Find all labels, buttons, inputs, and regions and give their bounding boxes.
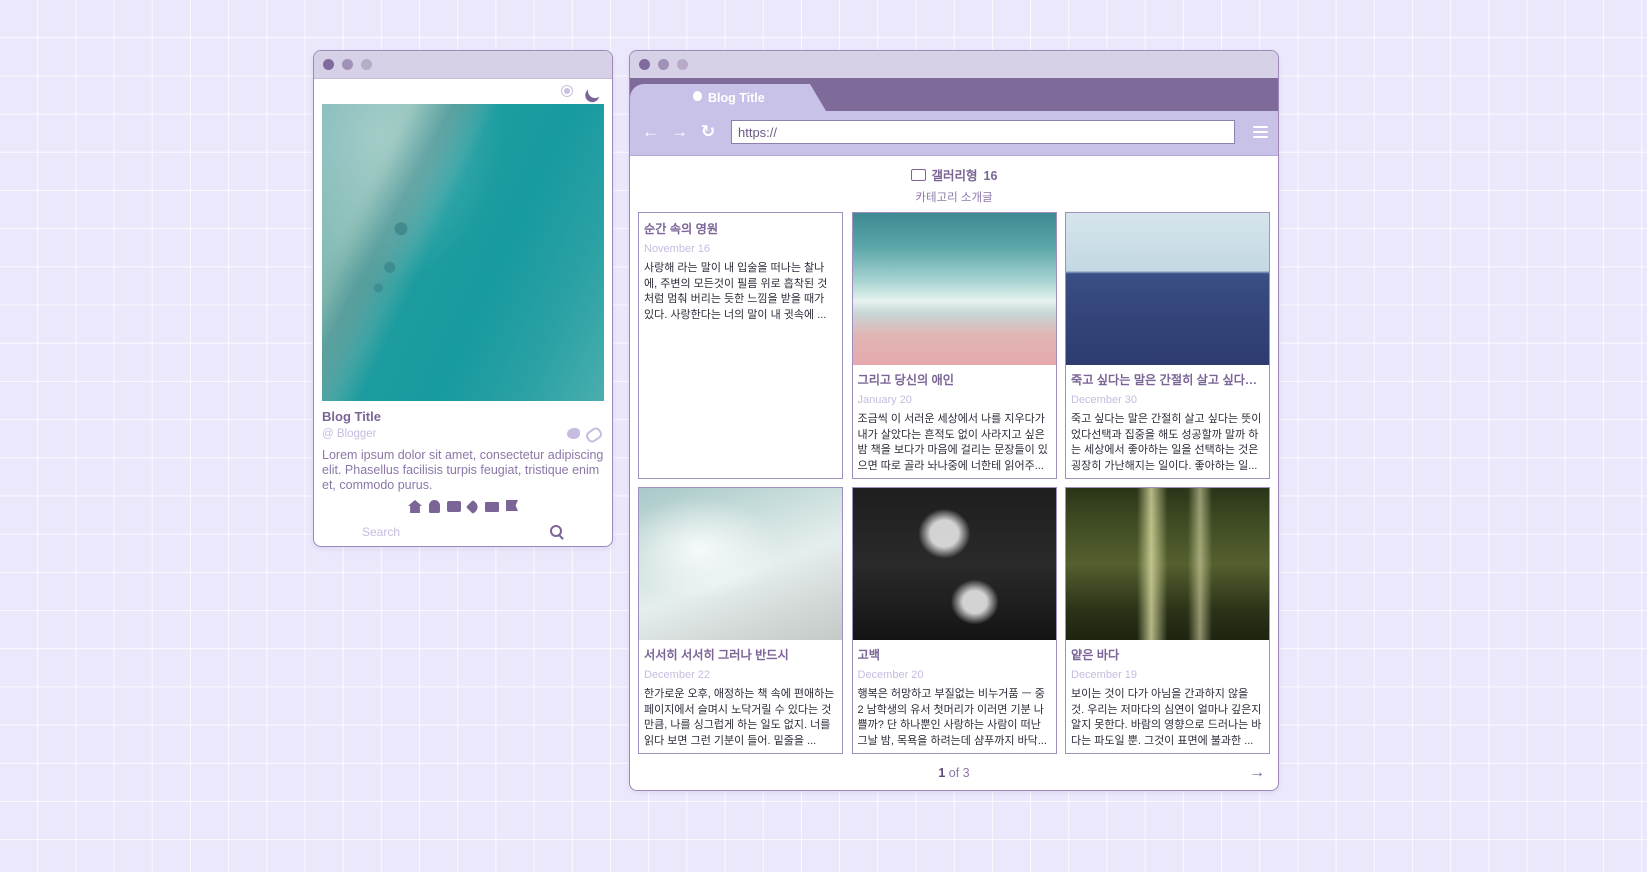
browser-window: Blog Title ← → ↻ 갤러리형 16 카테고리 소개글 순간 속의 영…	[629, 50, 1279, 791]
pagination: 1 of 3	[630, 766, 1278, 780]
post-date: January 20	[857, 394, 912, 406]
window-titlebar	[314, 51, 612, 79]
post-excerpt: 죽고 싶다는 말은 간절히 살고 싶다는 뜻이었다선택과 집중을 해도 성공할까…	[1071, 413, 1262, 472]
window-close-dot[interactable]	[323, 59, 334, 70]
post-title[interactable]: 순간 속의 영원	[644, 219, 837, 237]
tab-label: Blog Title	[708, 91, 765, 105]
tab-strip: Blog Title	[630, 78, 1278, 111]
tag-icon[interactable]	[465, 499, 481, 515]
mail-icon[interactable]	[485, 502, 499, 512]
window-close-dot[interactable]	[639, 59, 650, 70]
post-excerpt: 사랑해 라는 말이 내 입술을 떠나는 찰나에, 주변의 모든것이 필름 위로 …	[644, 262, 828, 321]
current-page: 1	[938, 766, 946, 780]
blog-cover-image	[322, 104, 604, 401]
tab-blog-title[interactable]: Blog Title	[630, 84, 826, 111]
post-excerpt: 한가로운 오후, 애정하는 책 속에 편애하는 페이지에서 슬며시 노닥거릴 수…	[644, 688, 835, 747]
window-minimize-dot[interactable]	[658, 59, 669, 70]
post-date: November 16	[644, 243, 711, 255]
post-date: December 20	[857, 669, 924, 681]
post-thumbnail[interactable]	[1066, 488, 1269, 640]
search-input[interactable]	[362, 523, 532, 541]
category-name: 갤러리형	[931, 169, 978, 183]
blogger-name: @ Blogger	[322, 428, 377, 440]
link-icon[interactable]	[584, 425, 604, 445]
post-card[interactable]: 서서히 서서히 그러나 반드시 December 22 한가로운 오후, 애정하…	[638, 487, 843, 754]
page-total: of 3	[948, 766, 970, 780]
search-icon[interactable]	[550, 525, 562, 537]
apple-icon	[693, 91, 702, 101]
post-excerpt: 보이는 것이 다가 아님을 간과하지 않을 것. 우리는 저마다의 심연이 얼마…	[1071, 688, 1262, 747]
forward-arrow-icon[interactable]: →	[671, 123, 688, 140]
blog-profile-window: Blog Title @ Blogger Lorem ipsum dolor s…	[313, 50, 613, 547]
post-thumbnail[interactable]	[852, 488, 1056, 640]
post-card[interactable]: 고백 December 20 행복은 허망하고 부질없는 비누거품 ㅡ 중2 남…	[851, 487, 1057, 754]
twitter-icon[interactable]	[567, 428, 580, 439]
category-description: 카테고리 소개글	[915, 192, 993, 204]
post-thumbnail[interactable]	[852, 213, 1056, 365]
category-count: 16	[983, 169, 998, 183]
blog-menu-icons	[314, 499, 612, 515]
folder-icon	[910, 169, 926, 181]
browser-navbar: ← → ↻	[630, 111, 1278, 156]
post-card[interactable]: 죽고 싶다는 말은 간절히 살고 싶다는 뜻이었다 December 30 죽고…	[1065, 212, 1270, 479]
post-gallery: 순간 속의 영원 November 16 사랑해 라는 말이 내 입술을 떠나는…	[638, 212, 1270, 754]
category-header: 갤러리형 16	[630, 165, 1278, 184]
blog-description: Lorem ipsum dolor sit amet, consectetur …	[322, 448, 604, 492]
reload-icon[interactable]: ↻	[700, 123, 716, 140]
back-arrow-icon[interactable]: ←	[642, 123, 659, 140]
hamburger-menu-icon[interactable]	[1253, 126, 1268, 138]
window-minimize-dot[interactable]	[342, 59, 353, 70]
window-maximize-dot[interactable]	[677, 59, 688, 70]
post-title[interactable]: 얕은 바다	[1071, 645, 1264, 663]
sun-icon[interactable]	[560, 84, 574, 98]
post-excerpt: 조금씩 이 서러운 세상에서 나를 지우다가 내가 살았다는 흔적도 없이 사라…	[857, 413, 1048, 472]
window-maximize-dot[interactable]	[361, 59, 372, 70]
bell-icon[interactable]	[429, 500, 440, 513]
post-date: December 19	[1071, 669, 1138, 681]
address-bar[interactable]	[731, 120, 1235, 144]
post-title[interactable]: 죽고 싶다는 말은 간절히 살고 싶다는 뜻이었다	[1071, 370, 1264, 388]
blog-title[interactable]: Blog Title	[322, 409, 381, 424]
post-title[interactable]: 고백	[858, 645, 1051, 663]
folder-icon[interactable]	[447, 501, 461, 512]
flag-icon[interactable]	[506, 500, 518, 511]
search-bar	[314, 523, 612, 543]
post-card[interactable]: 순간 속의 영원 November 16 사랑해 라는 말이 내 입술을 떠나는…	[638, 212, 843, 479]
social-links	[567, 425, 604, 445]
next-page-arrow-icon[interactable]: →	[1249, 764, 1265, 782]
window-titlebar	[630, 51, 1278, 79]
post-title[interactable]: 그리고 당신의 애인	[858, 370, 1051, 388]
post-date: December 30	[1071, 394, 1138, 406]
post-card[interactable]: 얕은 바다 December 19 보이는 것이 다가 아님을 간과하지 않을 …	[1065, 487, 1270, 754]
post-thumbnail[interactable]	[1066, 213, 1269, 365]
theme-toggle	[560, 84, 602, 98]
post-thumbnail[interactable]	[639, 488, 842, 640]
post-card[interactable]: 그리고 당신의 애인 January 20 조금씩 이 서러운 세상에서 나를 …	[851, 212, 1057, 479]
moon-icon[interactable]	[586, 82, 604, 100]
post-date: December 22	[644, 669, 711, 681]
home-icon[interactable]	[408, 500, 422, 513]
post-title[interactable]: 서서히 서서히 그러나 반드시	[644, 645, 837, 663]
post-excerpt: 행복은 허망하고 부질없는 비누거품 ㅡ 중2 남학생의 유서 첫머리가 이러면…	[857, 688, 1047, 747]
